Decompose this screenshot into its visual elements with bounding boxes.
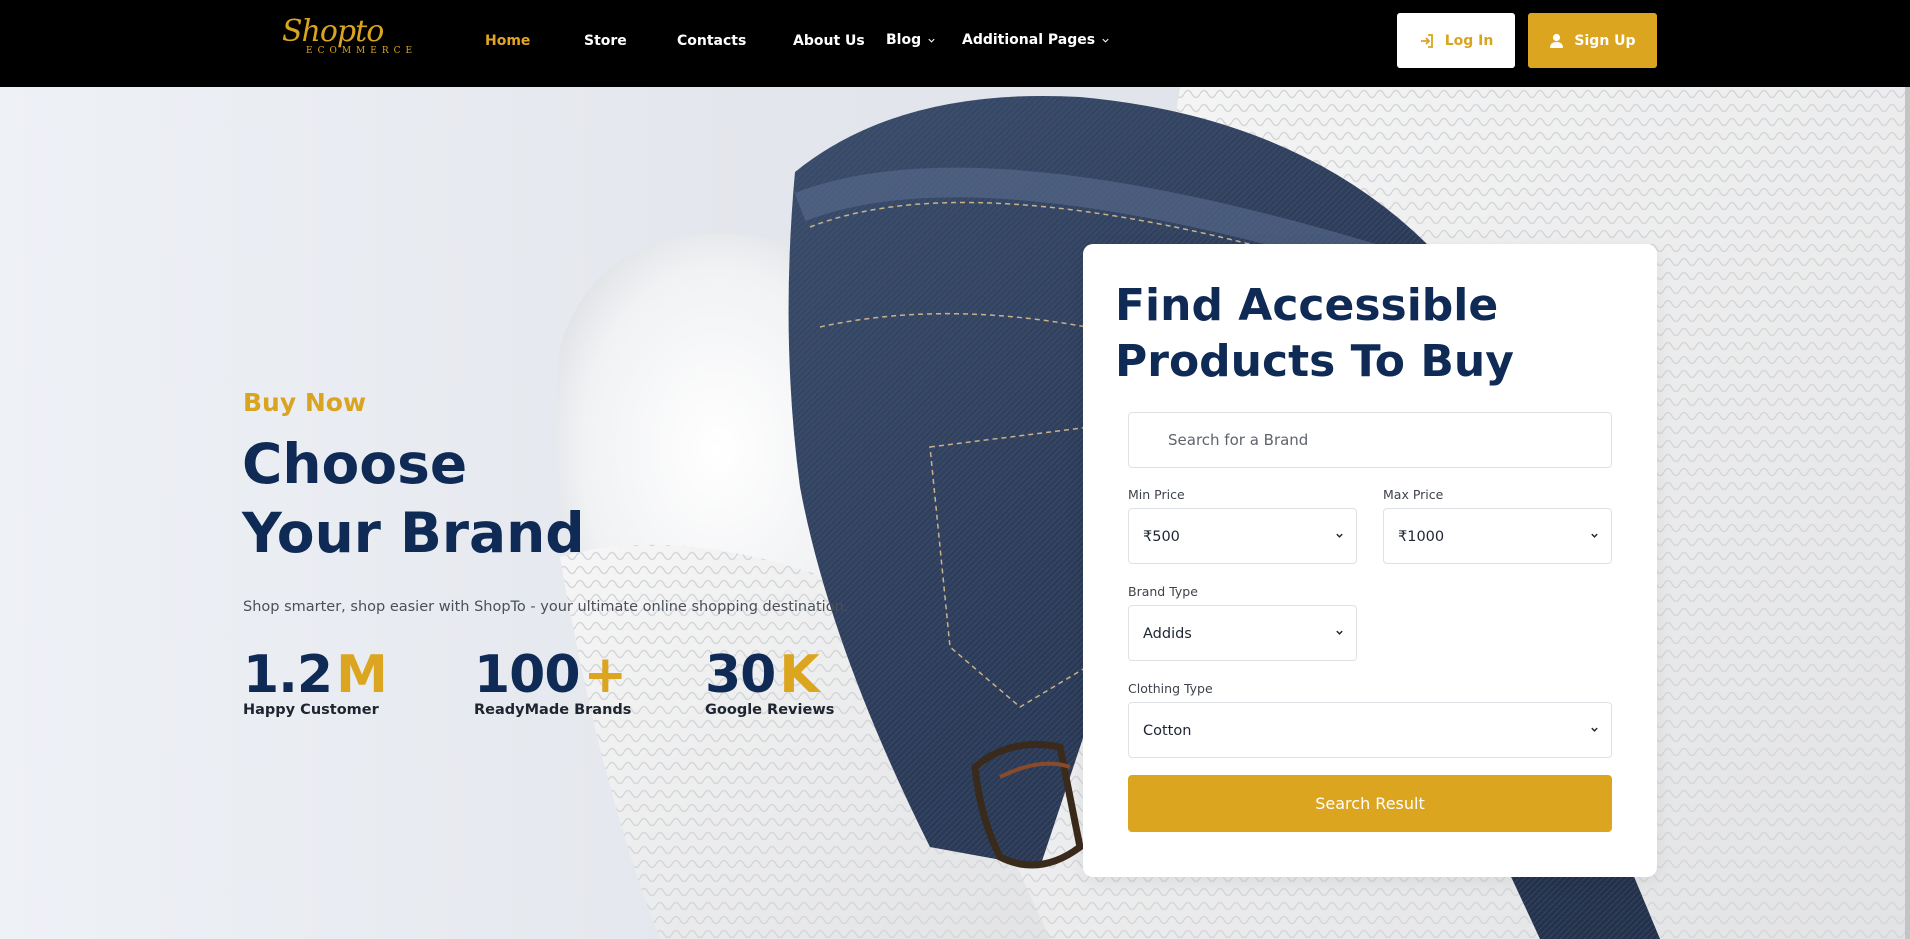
hero-headline: Choose Your Brand	[242, 430, 585, 568]
search-result-label: Search Result	[1315, 794, 1425, 813]
clothing-type-label: Clothing Type	[1128, 681, 1213, 696]
stat-value: 1.2M	[243, 645, 388, 705]
brand-search-input[interactable]: Search for a Brand	[1128, 412, 1612, 468]
card-title: Find Accessible Products To Buy	[1115, 280, 1514, 387]
min-price-value: ₹500	[1143, 529, 1180, 545]
stat-google-reviews: 30K Google Reviews	[705, 645, 834, 718]
brand-type-label: Brand Type	[1128, 584, 1198, 599]
hero-headline-line1: Choose	[242, 432, 468, 496]
min-price-select[interactable]: ₹500	[1128, 508, 1357, 564]
nav-store[interactable]: Store	[584, 33, 627, 49]
chevron-down-icon	[1591, 533, 1598, 538]
login-label: Log In	[1444, 32, 1494, 49]
login-button[interactable]: Log In	[1397, 13, 1515, 68]
sign-in-icon	[1420, 33, 1433, 48]
chevron-down-icon	[1336, 630, 1343, 635]
stat-label: ReadyMade Brands	[474, 702, 632, 718]
brand-type-select[interactable]: Addids	[1128, 605, 1357, 661]
top-navbar: Shopto ECOMMERCE Home Store Contacts Abo…	[0, 0, 1910, 87]
chevron-down-icon	[928, 38, 935, 43]
logo-sub-text: ECOMMERCE	[306, 46, 418, 56]
product-search-card: Find Accessible Products To Buy Search f…	[1083, 244, 1657, 877]
logo-script-text: Shopto	[282, 14, 384, 49]
hero-section: Buy Now Choose Your Brand Shop smarter, …	[0, 87, 1910, 939]
max-price-select[interactable]: ₹1000	[1383, 508, 1612, 564]
page-scrollbar[interactable]	[1905, 87, 1910, 939]
stat-value: 30K	[705, 645, 820, 705]
signup-label: Sign Up	[1574, 32, 1636, 49]
nav-home[interactable]: Home	[485, 33, 530, 49]
brand-type-value: Addids	[1143, 626, 1192, 642]
stat-happy-customer: 1.2M Happy Customer	[243, 645, 388, 718]
chevron-down-icon	[1102, 38, 1109, 43]
hero-headline-line2: Your Brand	[242, 501, 585, 565]
hero-kicker: Buy Now	[243, 388, 367, 417]
max-price-label: Max Price	[1383, 487, 1444, 502]
search-result-button[interactable]: Search Result	[1128, 775, 1612, 832]
hero-tagline: Shop smarter, shop easier with ShopTo - …	[243, 599, 849, 615]
clothing-type-select[interactable]: Cotton	[1128, 702, 1612, 758]
user-icon	[1550, 33, 1564, 48]
min-price-label: Min Price	[1128, 487, 1185, 502]
clothing-type-value: Cotton	[1143, 723, 1192, 739]
stat-readymade-brands: 100+ ReadyMade Brands	[474, 645, 631, 718]
stat-value: 100+	[474, 645, 627, 705]
nav-additional-pages[interactable]: Additional Pages	[962, 32, 1110, 48]
signup-button[interactable]: Sign Up	[1528, 13, 1657, 68]
stat-label: Google Reviews	[705, 702, 835, 718]
nav-contacts[interactable]: Contacts	[677, 33, 746, 49]
stat-label: Happy Customer	[243, 702, 379, 718]
nav-about-us[interactable]: About Us	[793, 33, 865, 49]
chevron-down-icon	[1336, 533, 1343, 538]
search-placeholder: Search for a Brand	[1168, 431, 1309, 449]
site-logo[interactable]: Shopto ECOMMERCE	[280, 12, 412, 62]
nav-blog[interactable]: Blog	[886, 32, 936, 48]
max-price-value: ₹1000	[1398, 529, 1445, 545]
chevron-down-icon	[1591, 727, 1598, 732]
